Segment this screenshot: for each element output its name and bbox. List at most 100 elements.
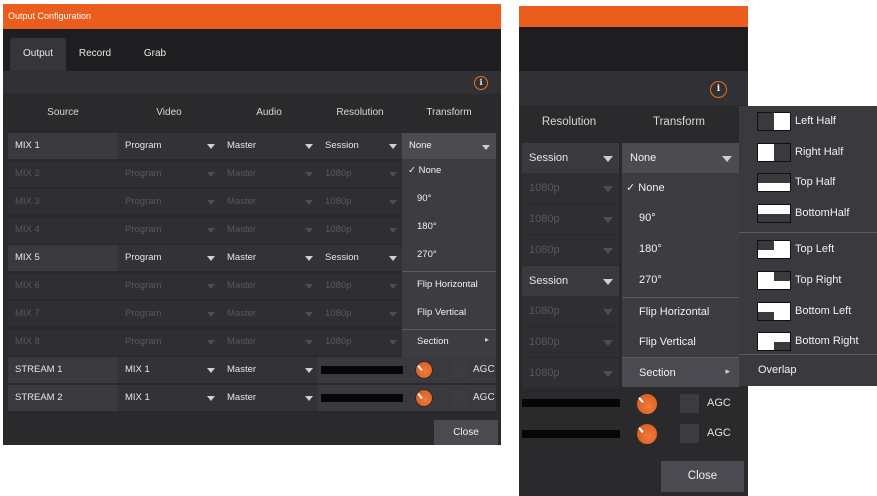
menu-item-flip-horizontal[interactable]: Flip Horizontal — [402, 279, 496, 290]
video-select[interactable]: Program — [118, 245, 220, 271]
column-resolution: Resolution — [336, 107, 384, 118]
column-resolution: Resolution — [541, 116, 597, 128]
menu-item-right-half[interactable]: Right Half — [739, 137, 877, 167]
top-half-icon — [757, 173, 791, 192]
menu-item-bottom-right[interactable]: Bottom Right — [739, 326, 877, 356]
section-submenu: Left Half Right Half Top Half BottomHalf Top… — [739, 106, 877, 386]
video-select: Program — [125, 280, 162, 291]
region-fill — [758, 174, 790, 183]
tab-bar: Output Record Grab — [3, 29, 501, 71]
menu-item-top-left[interactable]: Top Left — [739, 234, 877, 264]
chevron-down-icon — [305, 172, 313, 177]
menu-item-section[interactable]: Section — [402, 336, 496, 347]
chevron-down-icon — [207, 368, 215, 373]
menu-item-top-right[interactable]: Top Right — [739, 265, 877, 295]
close-button[interactable]: Close — [661, 461, 744, 492]
menu-item-none[interactable]: ✓ None — [402, 165, 496, 176]
chevron-down-icon — [603, 340, 613, 346]
agc-label: AGC — [473, 392, 495, 403]
audio-select[interactable]: Master — [220, 245, 318, 271]
audio-select: Master — [227, 336, 257, 347]
menu-item-overlap[interactable]: Overlap — [758, 356, 797, 384]
info-bar: i — [3, 71, 501, 94]
knob-icon[interactable] — [636, 393, 658, 415]
row-source: STREAM 1 — [15, 364, 63, 375]
audio-select[interactable]: Master — [220, 133, 318, 159]
menu-item-flip-horizontal[interactable]: Flip Horizontal — [622, 306, 739, 318]
agc-label: AGC — [707, 427, 731, 439]
chevron-down-icon — [207, 228, 215, 233]
output-configuration-window-zoomed: i Resolution Transform Session 1080p 1080p… — [519, 6, 748, 496]
video-select: Program — [125, 308, 162, 319]
agc-checkbox[interactable] — [680, 394, 699, 413]
audio-select: Master — [227, 196, 257, 207]
region-fill — [774, 272, 790, 281]
chevron-down-icon — [389, 256, 397, 261]
region-fill — [774, 341, 790, 350]
menu-item-flip-vertical[interactable]: Flip Vertical — [622, 336, 739, 348]
knob-icon[interactable] — [415, 361, 433, 379]
chevron-down-icon — [389, 228, 397, 233]
info-icon[interactable]: i — [710, 81, 727, 98]
chevron-down-icon — [389, 172, 397, 177]
chevron-down-icon — [603, 156, 613, 162]
submenu-divider — [739, 354, 877, 355]
menu-item-90[interactable]: 90° — [622, 212, 739, 224]
menu-item-270[interactable]: 270° — [402, 249, 496, 260]
region-fill — [758, 113, 774, 130]
video-select: Program — [125, 224, 162, 235]
agc-checkbox[interactable] — [451, 362, 467, 378]
bottom-left-icon — [757, 302, 791, 321]
menu-item-flip-vertical[interactable]: Flip Vertical — [402, 307, 496, 318]
knob-icon[interactable] — [636, 423, 658, 445]
chevron-down-icon — [603, 279, 613, 285]
menu-item-left-half[interactable]: Left Half — [739, 106, 877, 136]
chevron-down-icon — [305, 144, 313, 149]
agc-label: AGC — [707, 397, 731, 409]
menu-item-section[interactable]: Section — [622, 367, 739, 379]
row-source: MIX 8 — [15, 336, 40, 347]
audio-select: Master — [227, 308, 257, 319]
tab-output[interactable]: Output — [10, 38, 66, 71]
bottom-right-icon — [757, 332, 791, 351]
menu-item-label: Top Half — [795, 176, 836, 188]
chevron-down-icon — [305, 312, 313, 317]
audio-select[interactable]: Master — [220, 357, 318, 383]
chevron-right-icon: ▸ — [484, 335, 489, 344]
video-select[interactable]: MIX 1 — [118, 385, 220, 411]
menu-item-none[interactable]: ✓ None — [622, 181, 739, 194]
menu-item-90[interactable]: 90° — [402, 193, 496, 204]
video-select[interactable]: Program — [118, 133, 220, 159]
right-half-icon — [757, 143, 791, 162]
window-title: Output Configuration — [3, 4, 501, 29]
menu-item-270[interactable]: 270° — [622, 274, 739, 286]
agc-checkbox[interactable] — [680, 424, 699, 443]
audio-meter — [321, 394, 403, 402]
menu-item-label: Bottom Right — [795, 335, 859, 347]
column-video: Video — [156, 107, 182, 118]
chevron-down-icon — [603, 186, 613, 192]
audio-select: Master — [227, 280, 257, 291]
info-icon[interactable]: i — [474, 76, 488, 90]
tab-record[interactable]: Record — [71, 38, 119, 71]
agc-checkbox[interactable] — [451, 390, 467, 406]
chevron-down-icon — [389, 200, 397, 205]
menu-item-180[interactable]: 180° — [622, 243, 739, 255]
top-left-icon — [757, 240, 791, 259]
menu-item-180[interactable]: 180° — [402, 221, 496, 232]
row-source: MIX 5 — [15, 252, 40, 263]
menu-item-bottomhalf[interactable]: BottomHalf — [739, 198, 877, 228]
chevron-down-icon — [389, 340, 397, 345]
row-source: MIX 7 — [15, 308, 40, 319]
menu-item-bottom-left[interactable]: Bottom Left — [739, 296, 877, 326]
tab-grab[interactable]: Grab — [131, 38, 179, 71]
knob-icon[interactable] — [415, 389, 433, 407]
close-button[interactable]: Close — [434, 420, 498, 445]
menu-item-top-half[interactable]: Top Half — [739, 167, 877, 197]
video-select[interactable]: MIX 1 — [118, 357, 220, 383]
audio-meter — [522, 430, 620, 438]
audio-select[interactable]: Master — [220, 385, 318, 411]
transform-menu: ✓ None 90° 180° 270° Flip Horizontal Fli… — [622, 173, 739, 387]
row-source: MIX 6 — [15, 280, 40, 291]
chevron-down-icon — [207, 340, 215, 345]
